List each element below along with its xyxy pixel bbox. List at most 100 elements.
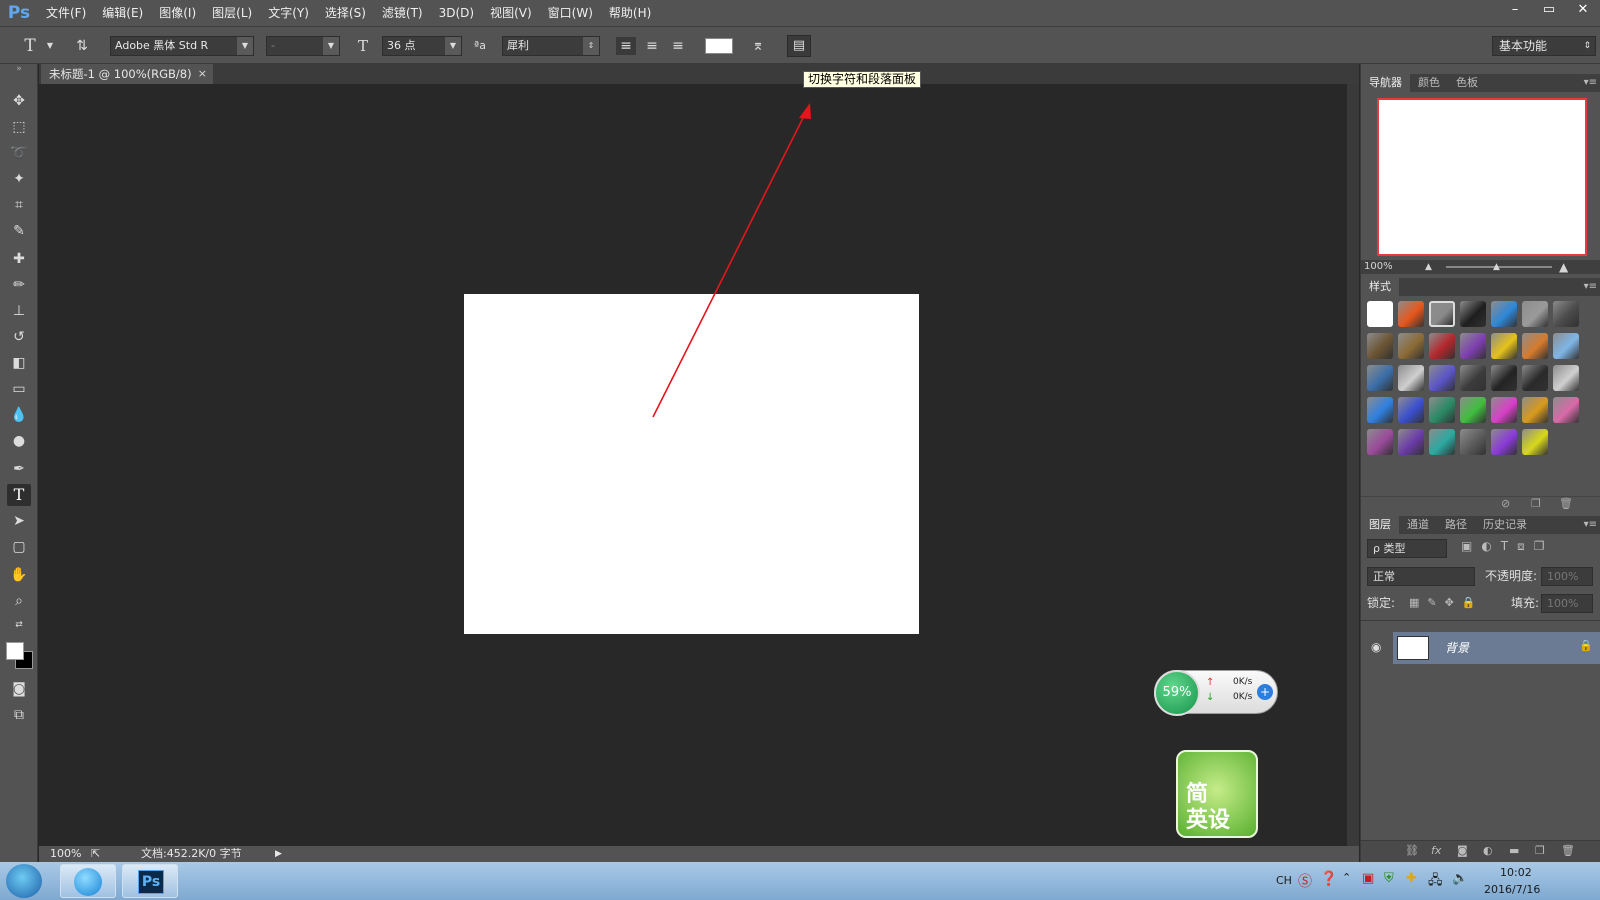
style-swatch[interactable] — [1553, 365, 1579, 391]
style-swatch[interactable] — [1460, 365, 1486, 391]
style-swatch[interactable] — [1429, 333, 1455, 359]
layer-row[interactable]: 背景 🔒 — [1393, 632, 1600, 664]
layer-filter-icons[interactable]: ▣◐T⧈❐ — [1461, 539, 1554, 554]
clock-time[interactable]: 10:02 — [1500, 866, 1532, 879]
taskbar-browser-button[interactable] — [60, 864, 116, 898]
adobe-icon[interactable]: ▣ — [1362, 871, 1374, 886]
style-swatch[interactable] — [1460, 397, 1486, 423]
panel-menu-icon[interactable]: ▾≡ — [1584, 74, 1597, 92]
style-swatch[interactable] — [1429, 397, 1455, 423]
style-swatch[interactable] — [1491, 429, 1517, 455]
new-layer-icon[interactable]: ❐ — [1535, 841, 1545, 861]
style-swatch[interactable] — [1522, 365, 1548, 391]
visibility-eye-icon[interactable]: ◉ — [1371, 640, 1381, 654]
foreground-color-swatch[interactable] — [6, 642, 24, 660]
style-swatch[interactable] — [1460, 301, 1486, 327]
style-swatch[interactable] — [1398, 301, 1424, 327]
network-monitor-widget[interactable]: 59% ↑ ↓ 0K/s 0K/s + — [1154, 670, 1278, 716]
panel-menu-icon[interactable]: ▾≡ — [1584, 516, 1597, 534]
tab-layers[interactable]: 图层 — [1361, 516, 1399, 534]
opacity-label: 不透明度: — [1485, 569, 1538, 583]
plus-icon[interactable]: + — [1257, 684, 1273, 700]
navigator-preview[interactable] — [1377, 98, 1587, 256]
lock-icons[interactable]: ▦✎✥🔒 — [1409, 592, 1484, 614]
tab-paths[interactable]: 路径 — [1437, 516, 1475, 534]
style-swatch[interactable] — [1553, 301, 1579, 327]
style-swatch[interactable] — [1491, 333, 1517, 359]
style-swatch[interactable] — [1367, 397, 1393, 423]
app-widget-line1: 简 — [1186, 782, 1209, 807]
navigator-zoom-row: 100% ▲ ▲ ▲ — [1361, 260, 1600, 274]
adjustment-layer-icon[interactable]: ◐ — [1483, 841, 1493, 861]
clock-date[interactable]: 2016/7/16 — [1484, 883, 1540, 896]
delete-style-icon[interactable]: 🗑 — [1559, 497, 1573, 510]
volume-icon[interactable]: 🔈 — [1452, 871, 1468, 886]
style-swatch[interactable] — [1522, 429, 1548, 455]
layer-name[interactable]: 背景 — [1445, 639, 1469, 656]
tab-channels[interactable]: 通道 — [1399, 516, 1437, 534]
language-indicator[interactable]: CH — [1276, 874, 1292, 887]
ime-icon[interactable]: Ⓢ — [1298, 871, 1312, 891]
photoshop-icon: Ps — [138, 870, 164, 894]
tab-color[interactable]: 颜色 — [1410, 74, 1448, 92]
help-icon[interactable]: ❓ — [1320, 871, 1337, 887]
style-swatch[interactable] — [1398, 333, 1424, 359]
tooltip: 切换字符和段落面板 — [803, 71, 922, 88]
layers-footer: ⛓ fx ◙ ◐ ▬ ❐ 🗑 — [1361, 840, 1600, 862]
taskbar-photoshop-button[interactable]: Ps — [122, 864, 178, 898]
style-swatch[interactable] — [1367, 301, 1393, 327]
delete-layer-icon[interactable]: 🗑 — [1561, 841, 1575, 861]
tab-history[interactable]: 历史记录 — [1475, 516, 1535, 534]
panel-menu-icon[interactable]: ▾≡ — [1584, 278, 1597, 296]
style-swatch[interactable] — [1522, 397, 1548, 423]
style-swatch[interactable] — [1398, 365, 1424, 391]
security-shield-icon[interactable]: ⛨ — [1384, 871, 1394, 886]
layer-filter-select[interactable]: ρ 类型 — [1367, 539, 1447, 558]
zoom-out-icon[interactable]: ▲ — [1425, 260, 1432, 274]
style-swatch[interactable] — [1429, 429, 1455, 455]
blend-mode-select[interactable]: 正常 — [1367, 567, 1475, 586]
new-style-icon[interactable]: ❐ — [1531, 497, 1541, 510]
fill-field[interactable]: 100% — [1541, 594, 1593, 613]
navigator-zoom-value[interactable]: 100% — [1364, 260, 1393, 274]
layer-mask-icon[interactable]: ◙ — [1457, 841, 1468, 861]
opacity-field[interactable]: 100% — [1541, 567, 1593, 586]
style-swatch[interactable] — [1491, 301, 1517, 327]
style-swatch[interactable] — [1367, 429, 1393, 455]
network-icon[interactable]: 🖧 — [1428, 871, 1443, 893]
tab-navigator[interactable]: 导航器 — [1361, 74, 1410, 92]
style-swatch[interactable] — [1429, 301, 1455, 327]
status-menu-arrow-icon[interactable]: ▶ — [275, 846, 282, 862]
tab-styles[interactable]: 样式 — [1361, 278, 1399, 296]
style-swatch[interactable] — [1491, 365, 1517, 391]
clear-style-icon[interactable]: ⊘ — [1501, 497, 1510, 510]
style-swatch[interactable] — [1398, 397, 1424, 423]
tray-app-icon[interactable]: ✚ — [1406, 871, 1417, 886]
fx-icon[interactable]: fx — [1431, 841, 1441, 861]
tray-expand-icon[interactable]: ⌃ — [1342, 871, 1351, 884]
style-swatch[interactable] — [1522, 333, 1548, 359]
tab-swatches[interactable]: 色板 — [1448, 74, 1486, 92]
style-swatch[interactable] — [1367, 333, 1393, 359]
zoom-in-icon[interactable]: ▲ — [1559, 260, 1568, 274]
share-icon[interactable]: ⇱ — [91, 846, 100, 862]
styles-footer: ⊘ ❐ 🗑 — [1361, 496, 1600, 512]
style-swatch[interactable] — [1553, 397, 1579, 423]
style-swatch[interactable] — [1429, 365, 1455, 391]
style-swatch[interactable] — [1491, 397, 1517, 423]
style-swatch[interactable] — [1398, 429, 1424, 455]
style-swatch[interactable] — [1460, 333, 1486, 359]
style-swatch[interactable] — [1367, 365, 1393, 391]
start-button[interactable] — [6, 864, 42, 898]
new-group-icon[interactable]: ▬ — [1509, 841, 1519, 861]
document-info: 文档:452.2K/0 字节 — [141, 847, 242, 860]
taskbar: Ps CH Ⓢ ❓ ⌃ ▣ ⛨ ✚ 🖧 🔈 10:02 2016/7/16 — [0, 862, 1600, 900]
zoom-level[interactable]: 100% — [50, 846, 81, 862]
link-layers-icon[interactable]: ⛓ — [1405, 841, 1419, 861]
app-widget[interactable]: 简 英设 — [1176, 750, 1258, 838]
style-swatch[interactable] — [1460, 429, 1486, 455]
download-speed: 0K/s — [1233, 692, 1253, 702]
style-swatch[interactable] — [1522, 301, 1548, 327]
zoom-slider-thumb[interactable]: ▲ — [1493, 260, 1500, 274]
style-swatch[interactable] — [1553, 333, 1579, 359]
